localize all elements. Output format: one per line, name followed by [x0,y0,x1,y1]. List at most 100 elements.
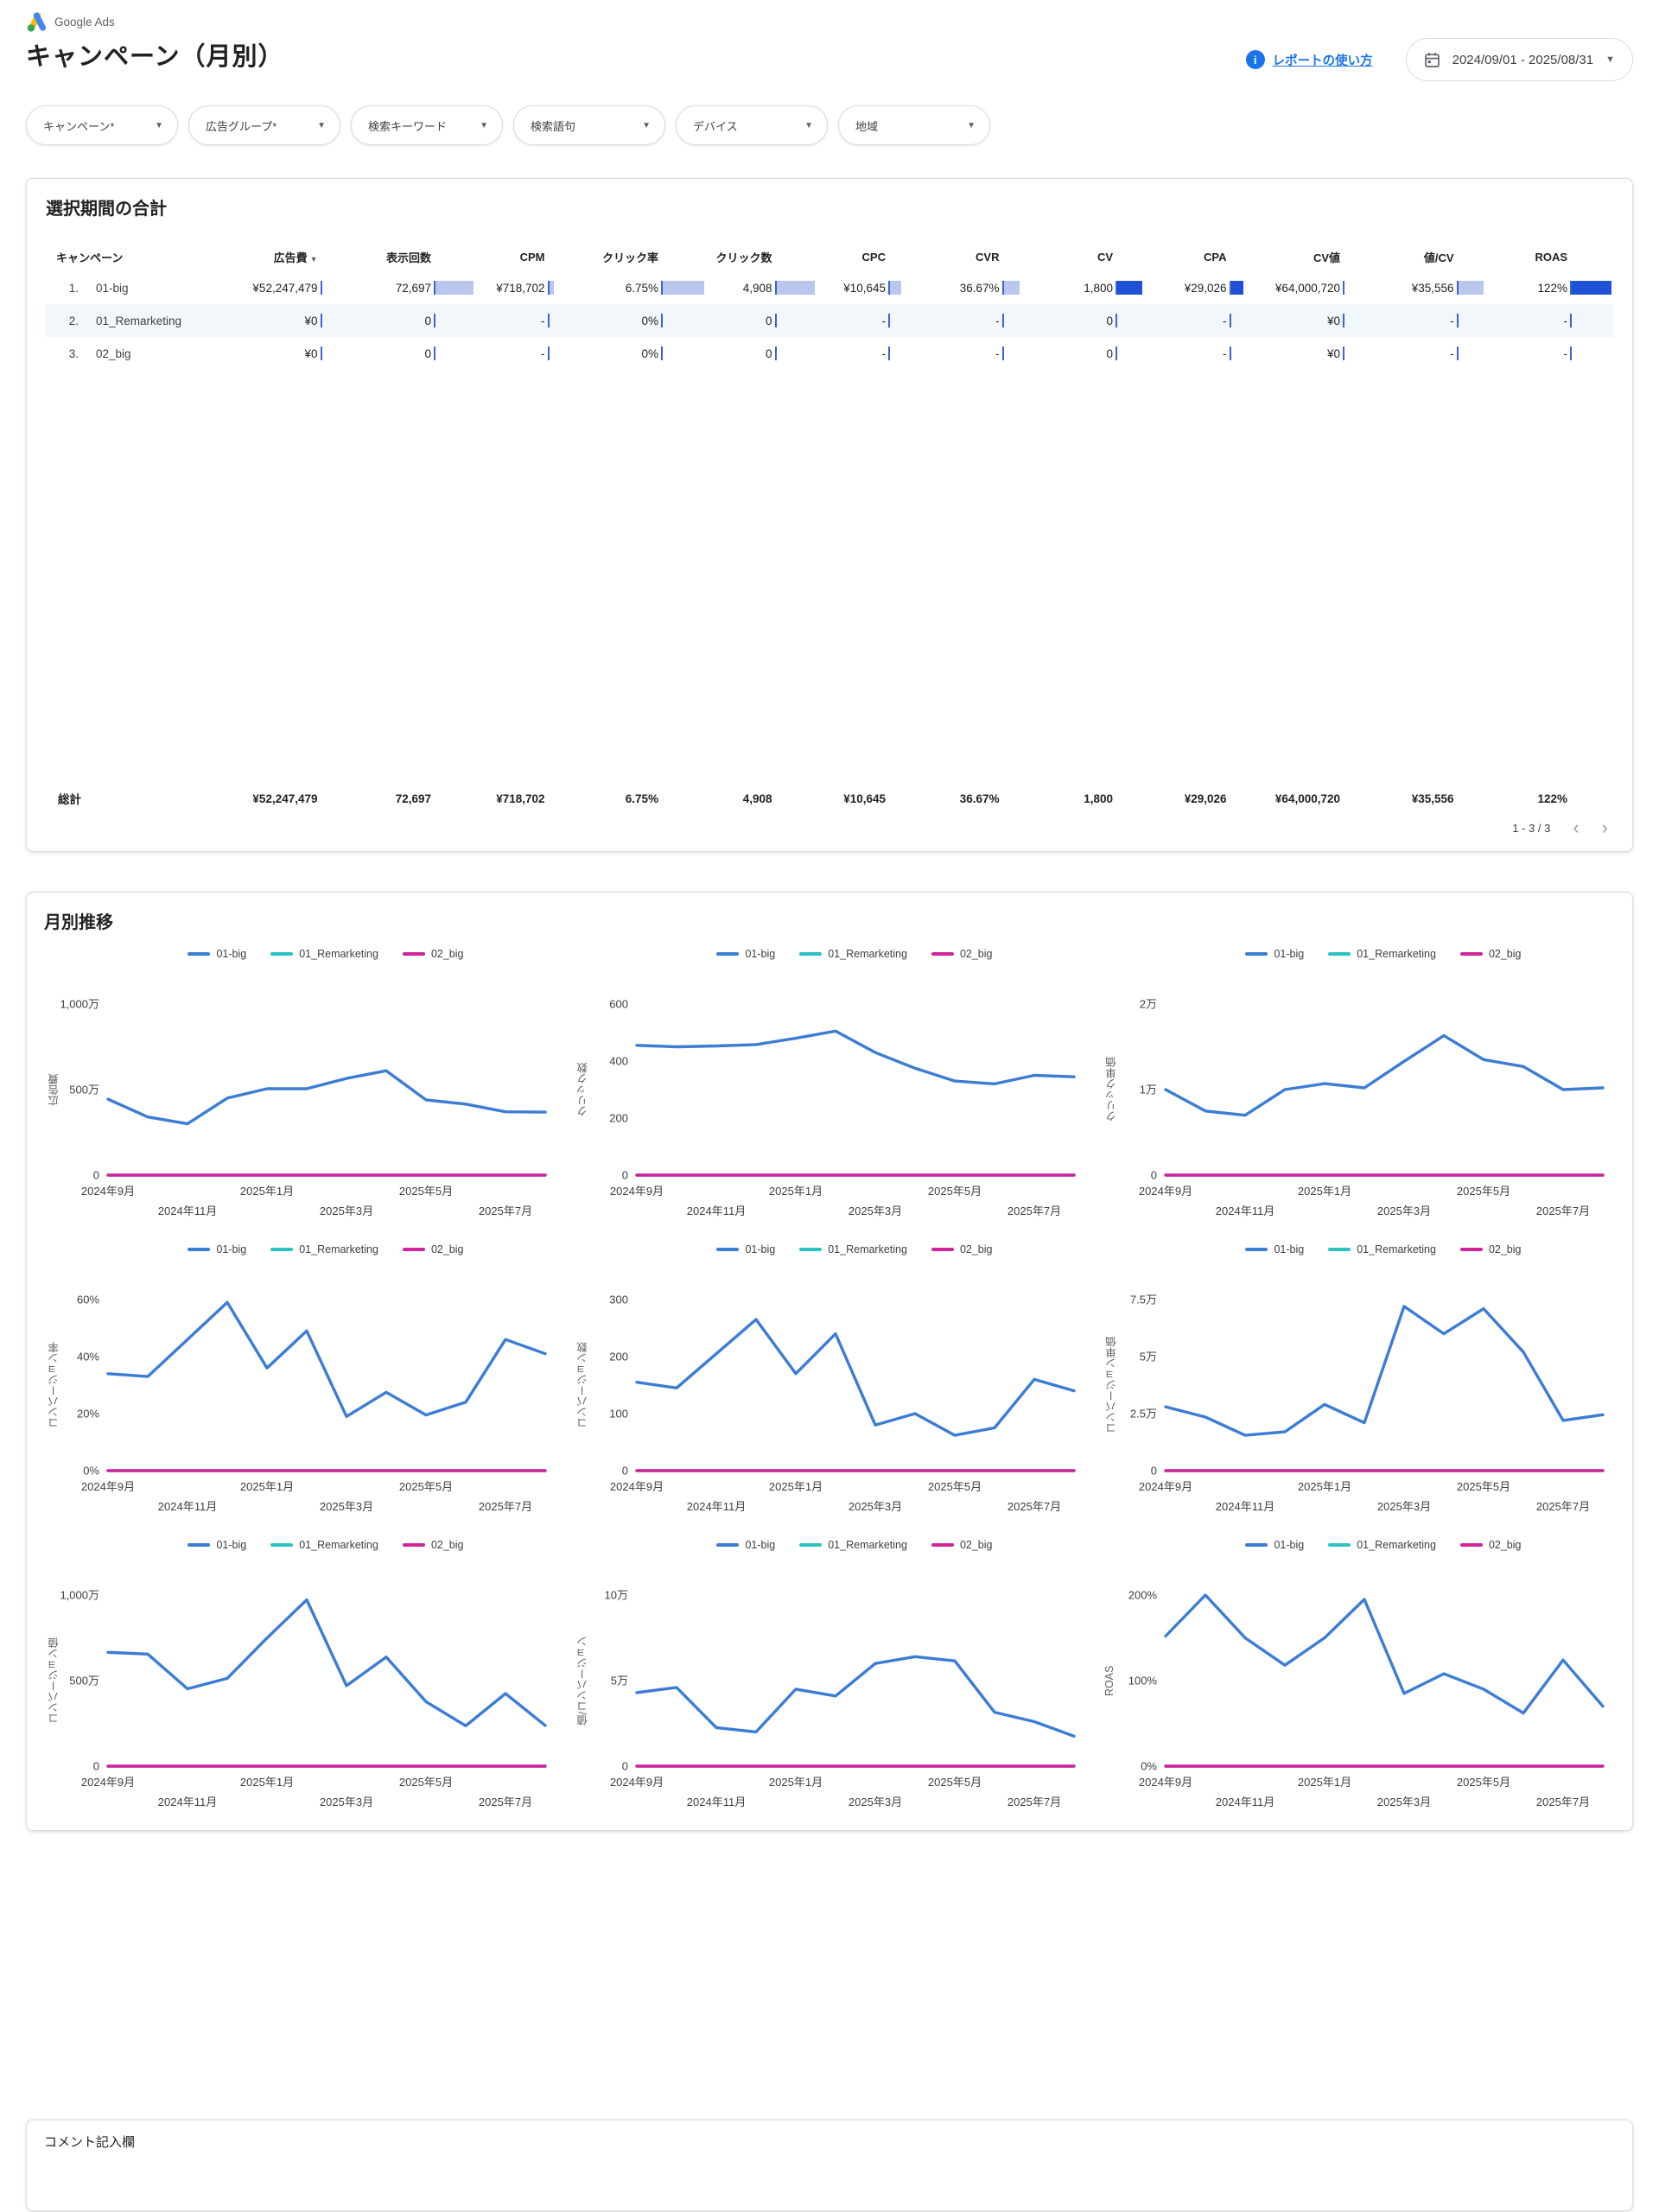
filter-device[interactable]: デバイス▼ [676,105,828,145]
metric-bar [1457,346,1500,360]
filter-ad-group[interactable]: 広告グループ*▼ [188,105,340,145]
legend-swatch [1460,1248,1483,1251]
metric-bar [548,346,591,360]
report-header: Google Ads キャンペーン（月別） i レポートの使い方 [26,10,1633,81]
svg-text:2024年11月: 2024年11月 [1216,1205,1274,1217]
metric-value: 1,800 [1084,282,1113,295]
svg-text:60%: 60% [77,1294,99,1306]
column-header-2[interactable]: 表示回数 [364,249,478,265]
column-header-12[interactable]: ROAS [1500,251,1614,264]
legend-swatch [1460,952,1483,956]
total-value: ¥29,026 [1159,792,1273,805]
chart-value-per-conv-plot: 05万10万2024年9月2024年11月2025年1月2025年3月2025年… [573,1554,1086,1815]
svg-text:2024年11月: 2024年11月 [687,1205,746,1217]
legend-swatch [931,952,954,956]
legend-item-01-big: 01-big [716,1243,775,1255]
column-header-8[interactable]: CV [1046,251,1160,264]
svg-text:2025年1月: 2025年1月 [1298,1185,1351,1198]
chart-clicks: 01-big01_Remarketing02_big02004006002024… [573,945,1086,1224]
chevron-down-icon: ▼ [480,121,488,130]
legend-label: 01-big [1274,948,1304,960]
report-help-link[interactable]: i レポートの使い方 [1246,50,1373,69]
column-header-9[interactable]: CPA [1159,251,1273,264]
legend-swatch [716,1248,739,1251]
svg-text:40%: 40% [77,1351,99,1363]
metric-value: - [1564,315,1568,327]
metric-cell: 0 [704,314,818,327]
google-ads-logo: Google Ads [26,10,1633,33]
legend-item-01-big: 01-big [188,1539,246,1551]
total-value: ¥718,702 [477,792,591,805]
svg-text:2024年11月: 2024年11月 [158,1796,217,1808]
help-link-text[interactable]: レポートの使い方 [1273,51,1373,69]
metric-bar [1002,314,1046,327]
column-header-4[interactable]: クリック率 [591,249,705,265]
chart-cvr: 01-big01_Remarketing02_big0%20%40%60%202… [44,1241,557,1519]
svg-text:20%: 20% [77,1408,99,1421]
column-header-1[interactable]: 広告費▼ [250,249,364,265]
metric-cell: 122% [1500,281,1614,295]
legend-item-01_Remarketing: 01_Remarketing [1328,948,1436,960]
svg-text:2025年1月: 2025年1月 [769,1776,823,1789]
metric-cell: - [931,314,1046,327]
svg-text:200: 200 [609,1112,628,1125]
legend-item-01-big: 01-big [188,1243,246,1255]
column-header-7[interactable]: CVR [931,251,1046,264]
metric-bar [661,314,704,327]
svg-text:2024年9月: 2024年9月 [610,1480,664,1493]
filter-region[interactable]: 地域▼ [838,105,990,145]
svg-text:10万: 10万 [605,1589,628,1602]
date-range-picker[interactable]: 2024/09/01 - 2025/08/31 ▼ [1406,38,1633,81]
legend-swatch [403,1248,425,1251]
legend-item-02_big: 02_big [403,1243,464,1255]
table-total-row: 総計¥52,247,47972,697¥718,7026.75%4,908¥10… [46,782,1613,815]
chart-roas: 01-big01_Remarketing02_big0%100%200%2024… [1102,1536,1615,1815]
filter-campaign[interactable]: キャンペーン*▼ [26,105,178,145]
svg-text:200: 200 [609,1351,628,1363]
metric-value: 72,697 [396,282,431,295]
metric-cell: - [931,346,1046,360]
filter-search-keyword[interactable]: 検索キーワード▼ [351,105,503,145]
svg-text:1,000万: 1,000万 [60,1589,99,1602]
metric-value: - [1564,347,1568,360]
chart-cpa: 01-big01_Remarketing02_big02.5万5万7.5万202… [1102,1241,1615,1519]
column-header-3[interactable]: CPM [477,251,591,264]
legend-label: 01-big [745,1539,775,1551]
legend-label: 02_big [1489,1243,1522,1255]
svg-text:2025年1月: 2025年1月 [1298,1480,1351,1493]
next-page-button[interactable]: › [1602,818,1608,837]
svg-text:2024年11月: 2024年11月 [158,1500,217,1513]
svg-text:2025年5月: 2025年5月 [1457,1480,1510,1493]
svg-text:0: 0 [1151,1465,1157,1478]
calendar-icon [1424,52,1440,68]
chevron-down-icon: ▼ [1605,54,1615,65]
legend-swatch [1328,1543,1351,1547]
legend-label: 02_big [960,1539,993,1551]
column-header-11[interactable]: 値/CV [1386,249,1500,265]
legend-label: 01-big [745,948,775,960]
column-header-10[interactable]: CV値 [1273,249,1387,265]
metric-value: 36.67% [960,282,1000,295]
legend-item-02_big: 02_big [931,1539,993,1551]
row-index: 2. [46,315,86,327]
svg-text:2024年11月: 2024年11月 [1216,1796,1274,1808]
metric-bar [1116,281,1159,295]
legend-swatch [931,1248,954,1251]
charts-card: 月別推移 01-big01_Remarketing02_big0500万1,00… [26,892,1633,1831]
chart-cpc-plot: 01万2万2024年9月2024年11月2025年1月2025年3月2025年5… [1102,963,1615,1224]
metric-bar [1457,314,1500,327]
column-header-0[interactable]: キャンペーン [46,249,250,265]
metric-cell: - [1159,346,1273,360]
prev-page-button[interactable]: ‹ [1573,818,1579,837]
comment-card[interactable]: コメント記入欄 [26,2120,1633,2211]
metric-cell: - [1159,314,1273,327]
metric-bar [1116,314,1159,327]
filter-search-term[interactable]: 検索語句▼ [513,105,665,145]
svg-text:2025年3月: 2025年3月 [849,1205,902,1217]
column-header-5[interactable]: クリック数 [704,249,818,265]
chart-value-per-conv-legend: 01-big01_Remarketing02_big [623,1536,1086,1554]
metric-value: - [1223,347,1227,360]
legend-label: 01_Remarketing [1357,948,1436,960]
column-header-6[interactable]: CPC [818,251,932,264]
metric-value: ¥0 [1327,347,1340,360]
